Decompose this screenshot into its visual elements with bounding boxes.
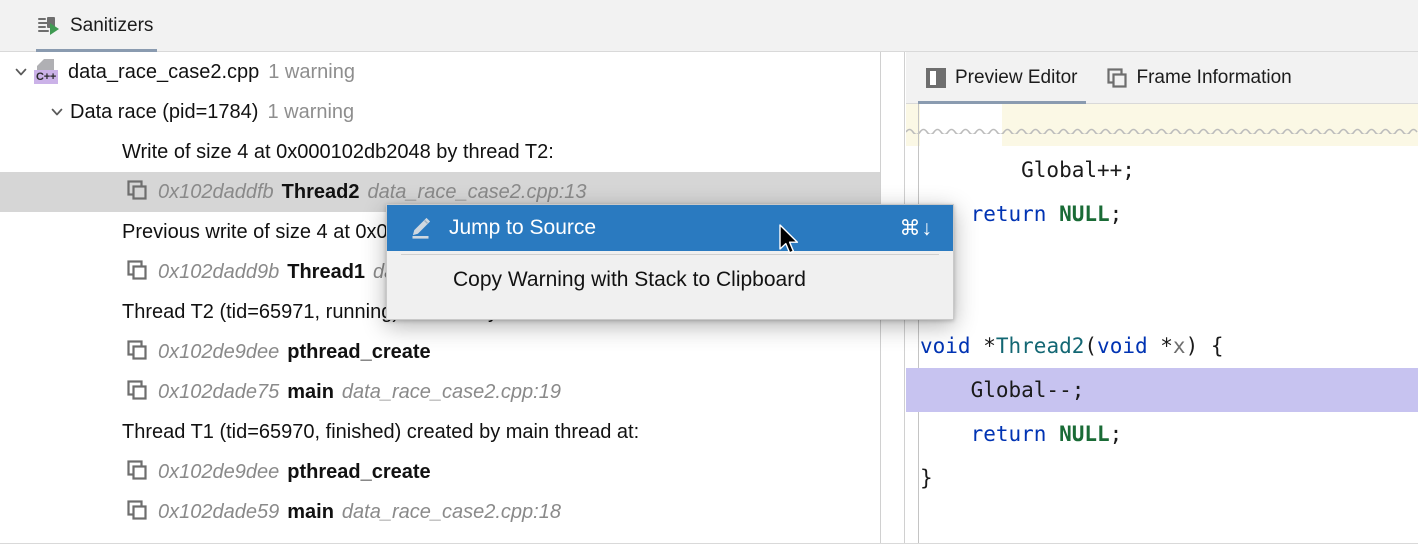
- pencil-edit-icon: [407, 215, 433, 241]
- tree-row[interactable]: C++ data_race_case2.cpp 1 warning: [0, 52, 880, 92]
- sanitizers-icon: [38, 17, 60, 35]
- tab-preview-editor-label: Preview Editor: [955, 66, 1078, 88]
- write-description-label: Write of size 4 at 0x000102db2048 by thr…: [122, 140, 554, 163]
- tree-row[interactable]: 0x102de9dee pthread_create: [0, 332, 880, 372]
- code-line-blank[interactable]: [906, 280, 1418, 324]
- sanitizers-tool-window: Sanitizers C++ data_race_case2.cpp 1 war…: [0, 0, 1418, 544]
- frame-function-label: pthread_create: [287, 340, 431, 363]
- context-menu-item-shortcut: ⌘↓: [899, 216, 933, 240]
- frame-function-label: pthread_create: [287, 460, 431, 483]
- stack-frame-icon: [126, 499, 152, 525]
- frame-function-label: main: [287, 500, 334, 523]
- frame-location-label: data_race_case2.cpp:19: [341, 380, 561, 403]
- tree-row[interactable]: 0x102de9dee pthread_create: [0, 452, 880, 492]
- preview-panel: Preview Editor Frame Information Global+…: [906, 52, 1418, 544]
- code-token: Global++;: [970, 158, 1135, 182]
- stack-frame-icon: [126, 339, 152, 365]
- data-race-group-label: Data race (pid=1784): [70, 100, 259, 123]
- warning-squiggle-underline: [906, 124, 1418, 134]
- context-menu-item-label: Copy Warning with Stack to Clipboard: [453, 268, 806, 291]
- code-line-highlighted[interactable]: Global--;: [906, 368, 1418, 412]
- stack-frame-icon: [126, 179, 152, 205]
- toolwindow-tab-strip: Sanitizers: [0, 0, 1418, 52]
- tab-frame-information-label: Frame Information: [1136, 66, 1292, 88]
- warning-count-label: 1 warning: [268, 60, 355, 83]
- code-line[interactable]: return NULL;: [906, 192, 1418, 236]
- context-menu-item-jump-to-source[interactable]: Jump to Source ⌘↓: [387, 205, 953, 251]
- frame-function-label: Thread1: [287, 260, 366, 283]
- tree-row[interactable]: Thread T1 (tid=65970, finished) created …: [0, 412, 880, 452]
- warning-count-label: 1 warning: [267, 100, 355, 123]
- code-line[interactable]: void * Thread2(void * x) {: [906, 324, 1418, 368]
- frame-address-label: 0x102daddfb: [158, 180, 274, 203]
- tab-frame-information[interactable]: Frame Information: [1092, 52, 1306, 104]
- cpp-badge-label: C++: [34, 70, 58, 84]
- frames-icon: [1106, 67, 1128, 89]
- chevron-down-icon[interactable]: [8, 52, 34, 92]
- code-line-blank[interactable]: [906, 236, 1418, 280]
- stack-frame-icon: [126, 459, 152, 485]
- tab-sanitizers[interactable]: Sanitizers: [28, 0, 165, 52]
- frame-address-label: 0x102de9dee: [158, 340, 280, 363]
- code-line[interactable]: Global++;: [906, 148, 1418, 192]
- context-menu-item-label: Jump to Source: [449, 216, 597, 239]
- preview-editor-icon: [926, 67, 946, 88]
- code-line[interactable]: return NULL;: [906, 412, 1418, 456]
- tab-preview-editor[interactable]: Preview Editor: [912, 52, 1092, 104]
- frame-address-label: 0x102dadd9b: [158, 260, 280, 283]
- cpp-file-icon: C++: [34, 59, 60, 85]
- frame-location-label: data_race_case2.cpp:18: [341, 500, 561, 523]
- tree-row[interactable]: Write of size 4 at 0x000102db2048 by thr…: [0, 132, 880, 172]
- context-menu[interactable]: Jump to Source ⌘↓ Copy Warning with Stac…: [386, 204, 954, 320]
- tab-sanitizers-label: Sanitizers: [70, 15, 154, 36]
- frame-function-label: Thread2: [281, 180, 360, 203]
- frame-function-label: main: [287, 380, 334, 403]
- frame-address-label: 0x102de9dee: [158, 460, 280, 483]
- code-preview-editor[interactable]: Global++; return NULL; void * Thread2(voi…: [906, 104, 1418, 544]
- chevron-down-icon[interactable]: [44, 92, 70, 132]
- stack-frame-icon: [126, 259, 152, 285]
- file-name-label: data_race_case2.cpp: [68, 60, 260, 83]
- tree-row[interactable]: 0x102dade75 main data_race_case2.cpp:19: [0, 372, 880, 412]
- frame-location-label: data_race_case2.cpp:13: [367, 180, 587, 203]
- code-line[interactable]: }: [906, 456, 1418, 500]
- context-menu-item-copy-warning[interactable]: Copy Warning with Stack to Clipboard: [387, 255, 953, 305]
- preview-panel-tab-strip: Preview Editor Frame Information: [906, 52, 1418, 104]
- frame-address-label: 0x102dade59: [158, 500, 280, 523]
- thread-t1-description-label: Thread T1 (tid=65970, finished) created …: [122, 420, 640, 443]
- stack-frame-icon: [126, 379, 152, 405]
- frame-address-label: 0x102dade75: [158, 380, 280, 403]
- tree-row[interactable]: Data race (pid=1784) 1 warning: [0, 92, 880, 132]
- tree-row[interactable]: 0x102dade59 main data_race_case2.cpp:18: [0, 492, 880, 532]
